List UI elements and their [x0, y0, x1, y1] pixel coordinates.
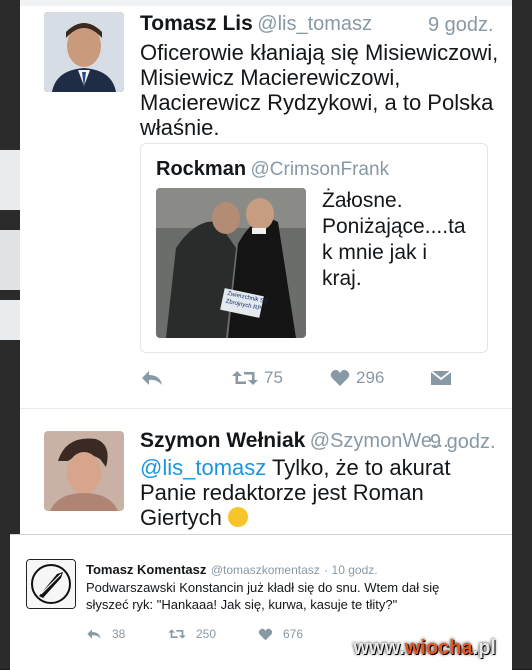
- background-strip: [0, 150, 22, 210]
- tweet-time[interactable]: · 10 godz.: [324, 563, 377, 577]
- heart-icon: [330, 369, 350, 386]
- quote-author-name: Rockman: [156, 158, 247, 180]
- avatar-portrait: [44, 431, 124, 511]
- avatar[interactable]: [44, 12, 124, 92]
- quote-photo-image: [156, 188, 306, 338]
- tweet-actions: 75 296: [140, 368, 480, 388]
- quote-photo[interactable]: Zwierzchnik SZ Zbrojnych RP: [156, 188, 306, 338]
- like-count: 296: [356, 368, 385, 387]
- tweet-text-line: Panie redaktorze jest Roman: [140, 480, 424, 505]
- author-name[interactable]: Tomasz Lis: [140, 12, 253, 35]
- direct-message-icon: [430, 370, 452, 385]
- tweet-text: @lis_tomasz Tylko, że to akurat Panie re…: [140, 455, 500, 530]
- author-name[interactable]: Tomasz Komentasz: [86, 562, 206, 577]
- tweet-szymon-welniak[interactable]: Szymon Wełniak @SzymonWe... 9 godz. @lis…: [20, 409, 512, 540]
- like-count: 676: [283, 627, 304, 641]
- reply-icon: [87, 629, 101, 639]
- background-strip: [0, 300, 22, 340]
- tweet-text-line: Macierewicz Rydzykowi, a to Polska: [140, 90, 494, 115]
- like-button[interactable]: 296: [330, 368, 430, 388]
- tweet-header: Szymon Wełniak @SzymonWe...: [140, 429, 449, 453]
- watermark-suffix: .pl: [472, 637, 496, 659]
- quill-pen-icon: [27, 560, 75, 608]
- like-button[interactable]: 676: [258, 627, 303, 641]
- tweet-text-line: słyszeć ryk: "Hankaaa! Jak się, kurwa, k…: [86, 597, 398, 612]
- tweet-tomasz-lis[interactable]: Tomasz Lis @lis_tomasz 9 godz. Oficerowi…: [20, 0, 512, 408]
- tweet-text-line: Misiewicz Macierewiczowi,: [140, 65, 401, 90]
- retweet-icon: [232, 371, 258, 385]
- heart-icon: [258, 628, 273, 640]
- tweet-actions: 38 250 676: [86, 627, 303, 641]
- author-handle[interactable]: @tomaszkomentasz: [211, 563, 320, 577]
- quoted-tweet[interactable]: Rockman @CrimsonFrank Zwierzchnik SZ Zbr…: [140, 143, 488, 353]
- site-watermark: www.wiocha.pl: [353, 637, 496, 660]
- tweet-text-line: Podwarszawski Konstancin już kładł się d…: [86, 580, 440, 595]
- tweet-time[interactable]: 9 godz.: [430, 431, 496, 454]
- tweet-header: Tomasz Komentasz @tomaszkomentasz · 10 g…: [86, 561, 378, 579]
- author-name[interactable]: Szymon Wełniak: [140, 429, 305, 452]
- twitter-screen: Tomasz Lis @lis_tomasz 9 godz. Oficerowi…: [20, 0, 512, 540]
- quote-text-line: Poniżające....ta: [322, 215, 466, 238]
- quote-author-handle: @CrimsonFrank: [250, 159, 390, 180]
- tweet-text-line: @lis_tomasz Tylko, że to akurat: [140, 455, 500, 480]
- author-handle[interactable]: @SzymonWe...: [310, 430, 449, 452]
- retweet-count: 75: [264, 368, 283, 387]
- retweet-count: 250: [196, 627, 217, 641]
- retweet-button[interactable]: 75: [232, 368, 330, 388]
- avatar[interactable]: [44, 431, 124, 511]
- mention-link[interactable]: @lis_tomasz: [140, 455, 266, 480]
- grinning-emoji-icon: [228, 507, 249, 528]
- tweet-text-span: Giertych: [140, 505, 222, 530]
- comment-tweet-overlay[interactable]: Tomasz Komentasz @tomaszkomentasz · 10 g…: [10, 534, 512, 670]
- quote-header: Rockman @CrimsonFrank: [156, 158, 389, 181]
- author-handle[interactable]: @lis_tomasz: [257, 13, 372, 35]
- retweet-button[interactable]: 250: [168, 627, 258, 641]
- watermark-brand: wiocha: [404, 637, 473, 659]
- reply-button[interactable]: [140, 369, 232, 387]
- avatar[interactable]: [26, 559, 76, 609]
- quote-text: Żałosne. Poniżające....ta k mnie jak i k…: [322, 188, 482, 292]
- reply-button[interactable]: 38: [86, 627, 168, 641]
- tweet-text: Oficerowie kłaniają się Misiewiczowi, Mi…: [140, 40, 500, 140]
- retweet-icon: [168, 629, 186, 639]
- watermark-prefix: www.: [353, 637, 405, 659]
- tweet-text-line: Giertych: [140, 505, 500, 530]
- quote-text-line: k mnie jak i: [322, 241, 428, 264]
- reply-count: 38: [112, 627, 126, 641]
- tweet-text-line: właśnie.: [140, 115, 220, 140]
- reply-icon: [142, 371, 162, 385]
- tweet-text: Podwarszawski Konstancin już kładł się d…: [86, 579, 496, 613]
- background-strip: [0, 230, 22, 290]
- tweet-text-line: Oficerowie kłaniają się Misiewiczowi,: [140, 40, 499, 65]
- tweet-text-span: Tylko, że to akurat: [266, 455, 451, 480]
- avatar-portrait: [44, 12, 124, 92]
- tweet-time[interactable]: 9 godz.: [428, 14, 494, 37]
- direct-message-button[interactable]: [430, 369, 452, 387]
- quote-text-line: Żałosne.: [322, 189, 403, 212]
- background-right-edge: [512, 0, 532, 669]
- tweet-header: Tomasz Lis @lis_tomasz: [140, 12, 372, 36]
- quote-text-line: kraj.: [322, 267, 362, 290]
